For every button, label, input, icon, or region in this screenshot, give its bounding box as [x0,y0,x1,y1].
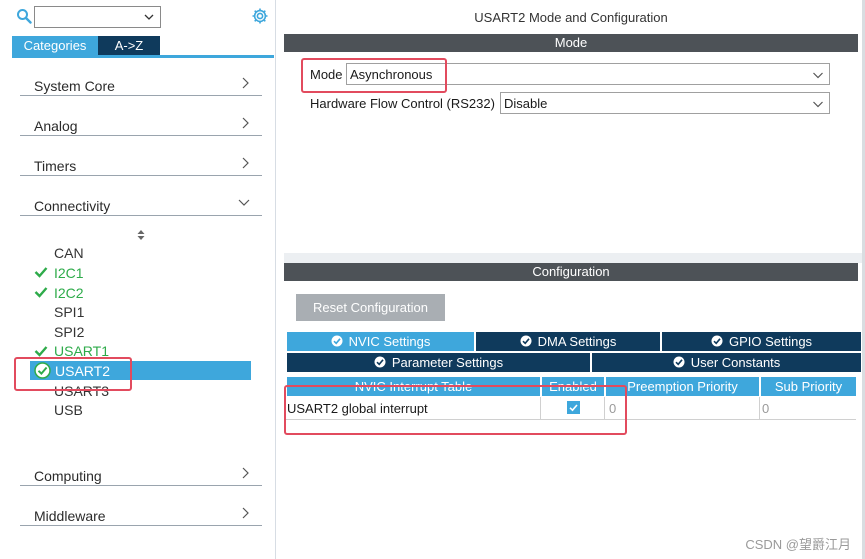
chevron-down-icon [238,199,250,206]
configuration-section-header: Configuration [284,263,858,281]
watermark: CSDN @望爵江月 [745,537,851,552]
tab-label: User Constants [690,355,781,370]
view-tabs: Categories A->Z [12,36,274,58]
category-system-core[interactable]: System Core [20,70,262,96]
check-icon [34,287,48,298]
right-panel: USART2 Mode and Configuration Mode Mode … [284,0,865,559]
tab-label: Parameter Settings [391,355,504,370]
category-label: System Core [34,78,115,94]
tab-nvic-settings[interactable]: NVIC Settings [287,332,474,351]
column-divider [759,397,760,419]
section-divider [284,253,865,263]
category-middleware[interactable]: Middleware [20,500,262,526]
tab-parameter-settings[interactable]: Parameter Settings [287,353,590,372]
check-circle-icon [711,335,723,347]
sort-icon[interactable] [136,229,146,241]
flow-control-label: Hardware Flow Control (RS232) [310,96,495,111]
chevron-right-icon [242,77,249,89]
flow-control-select[interactable]: Disable [500,92,830,114]
mode-section-header: Mode [284,34,858,52]
chevron-down-icon [813,72,823,79]
tab-gpio-settings[interactable]: GPIO Settings [662,332,861,351]
category-analog[interactable]: Analog [20,110,262,136]
chevron-right-icon [242,467,249,479]
column-header-preemption[interactable]: Preemption Priority [606,377,759,396]
gear-icon[interactable] [251,7,269,25]
tab-dma-settings[interactable]: DMA Settings [476,332,660,351]
chevron-down-icon [813,101,823,108]
peripheral-i2c1[interactable]: I2C1 [54,265,84,281]
category-label: Middleware [34,508,106,524]
tab-categories[interactable]: Categories [12,36,98,55]
tab-label: DMA Settings [537,334,617,349]
category-label: Connectivity [34,198,111,214]
peripheral-spi2[interactable]: SPI2 [54,324,84,340]
tab-label: NVIC Settings [348,334,431,349]
chevron-right-icon [242,157,249,169]
peripheral-can[interactable]: CAN [54,245,84,261]
check-circle-icon [673,356,685,368]
check-icon [34,346,48,357]
reset-configuration-button[interactable]: Reset Configuration [296,294,445,321]
category-label: Computing [34,468,102,484]
check-circle-icon [374,356,386,368]
peripheral-i2c2[interactable]: I2C2 [54,285,84,301]
category-label: Timers [34,158,77,174]
column-header-sub-priority[interactable]: Sub Priority [761,377,856,396]
category-connectivity[interactable]: Connectivity [20,190,262,216]
highlight-box [14,357,132,391]
panel-title: USART2 Mode and Configuration [474,10,668,25]
check-circle-icon [331,335,343,347]
search-icon[interactable] [16,8,32,24]
category-label: Analog [34,118,78,134]
highlight-box [284,385,627,435]
category-timers[interactable]: Timers [20,150,262,176]
highlight-box [301,58,447,93]
tab-a-to-z[interactable]: A->Z [98,36,160,55]
flow-control-value: Disable [504,96,548,111]
peripheral-spi1[interactable]: SPI1 [54,304,84,320]
chevron-right-icon [242,507,249,519]
category-computing[interactable]: Computing [20,460,262,486]
chevron-right-icon [242,117,249,129]
peripheral-usb[interactable]: USB [54,402,83,418]
chevron-down-icon[interactable] [143,11,155,23]
left-panel: Categories A->Z System Core Analog Timer… [0,0,276,559]
check-circle-icon [520,335,532,347]
tab-label: GPIO Settings [728,334,813,349]
tab-user-constants[interactable]: User Constants [592,353,861,372]
check-icon [34,267,48,278]
search-input[interactable] [34,6,161,28]
